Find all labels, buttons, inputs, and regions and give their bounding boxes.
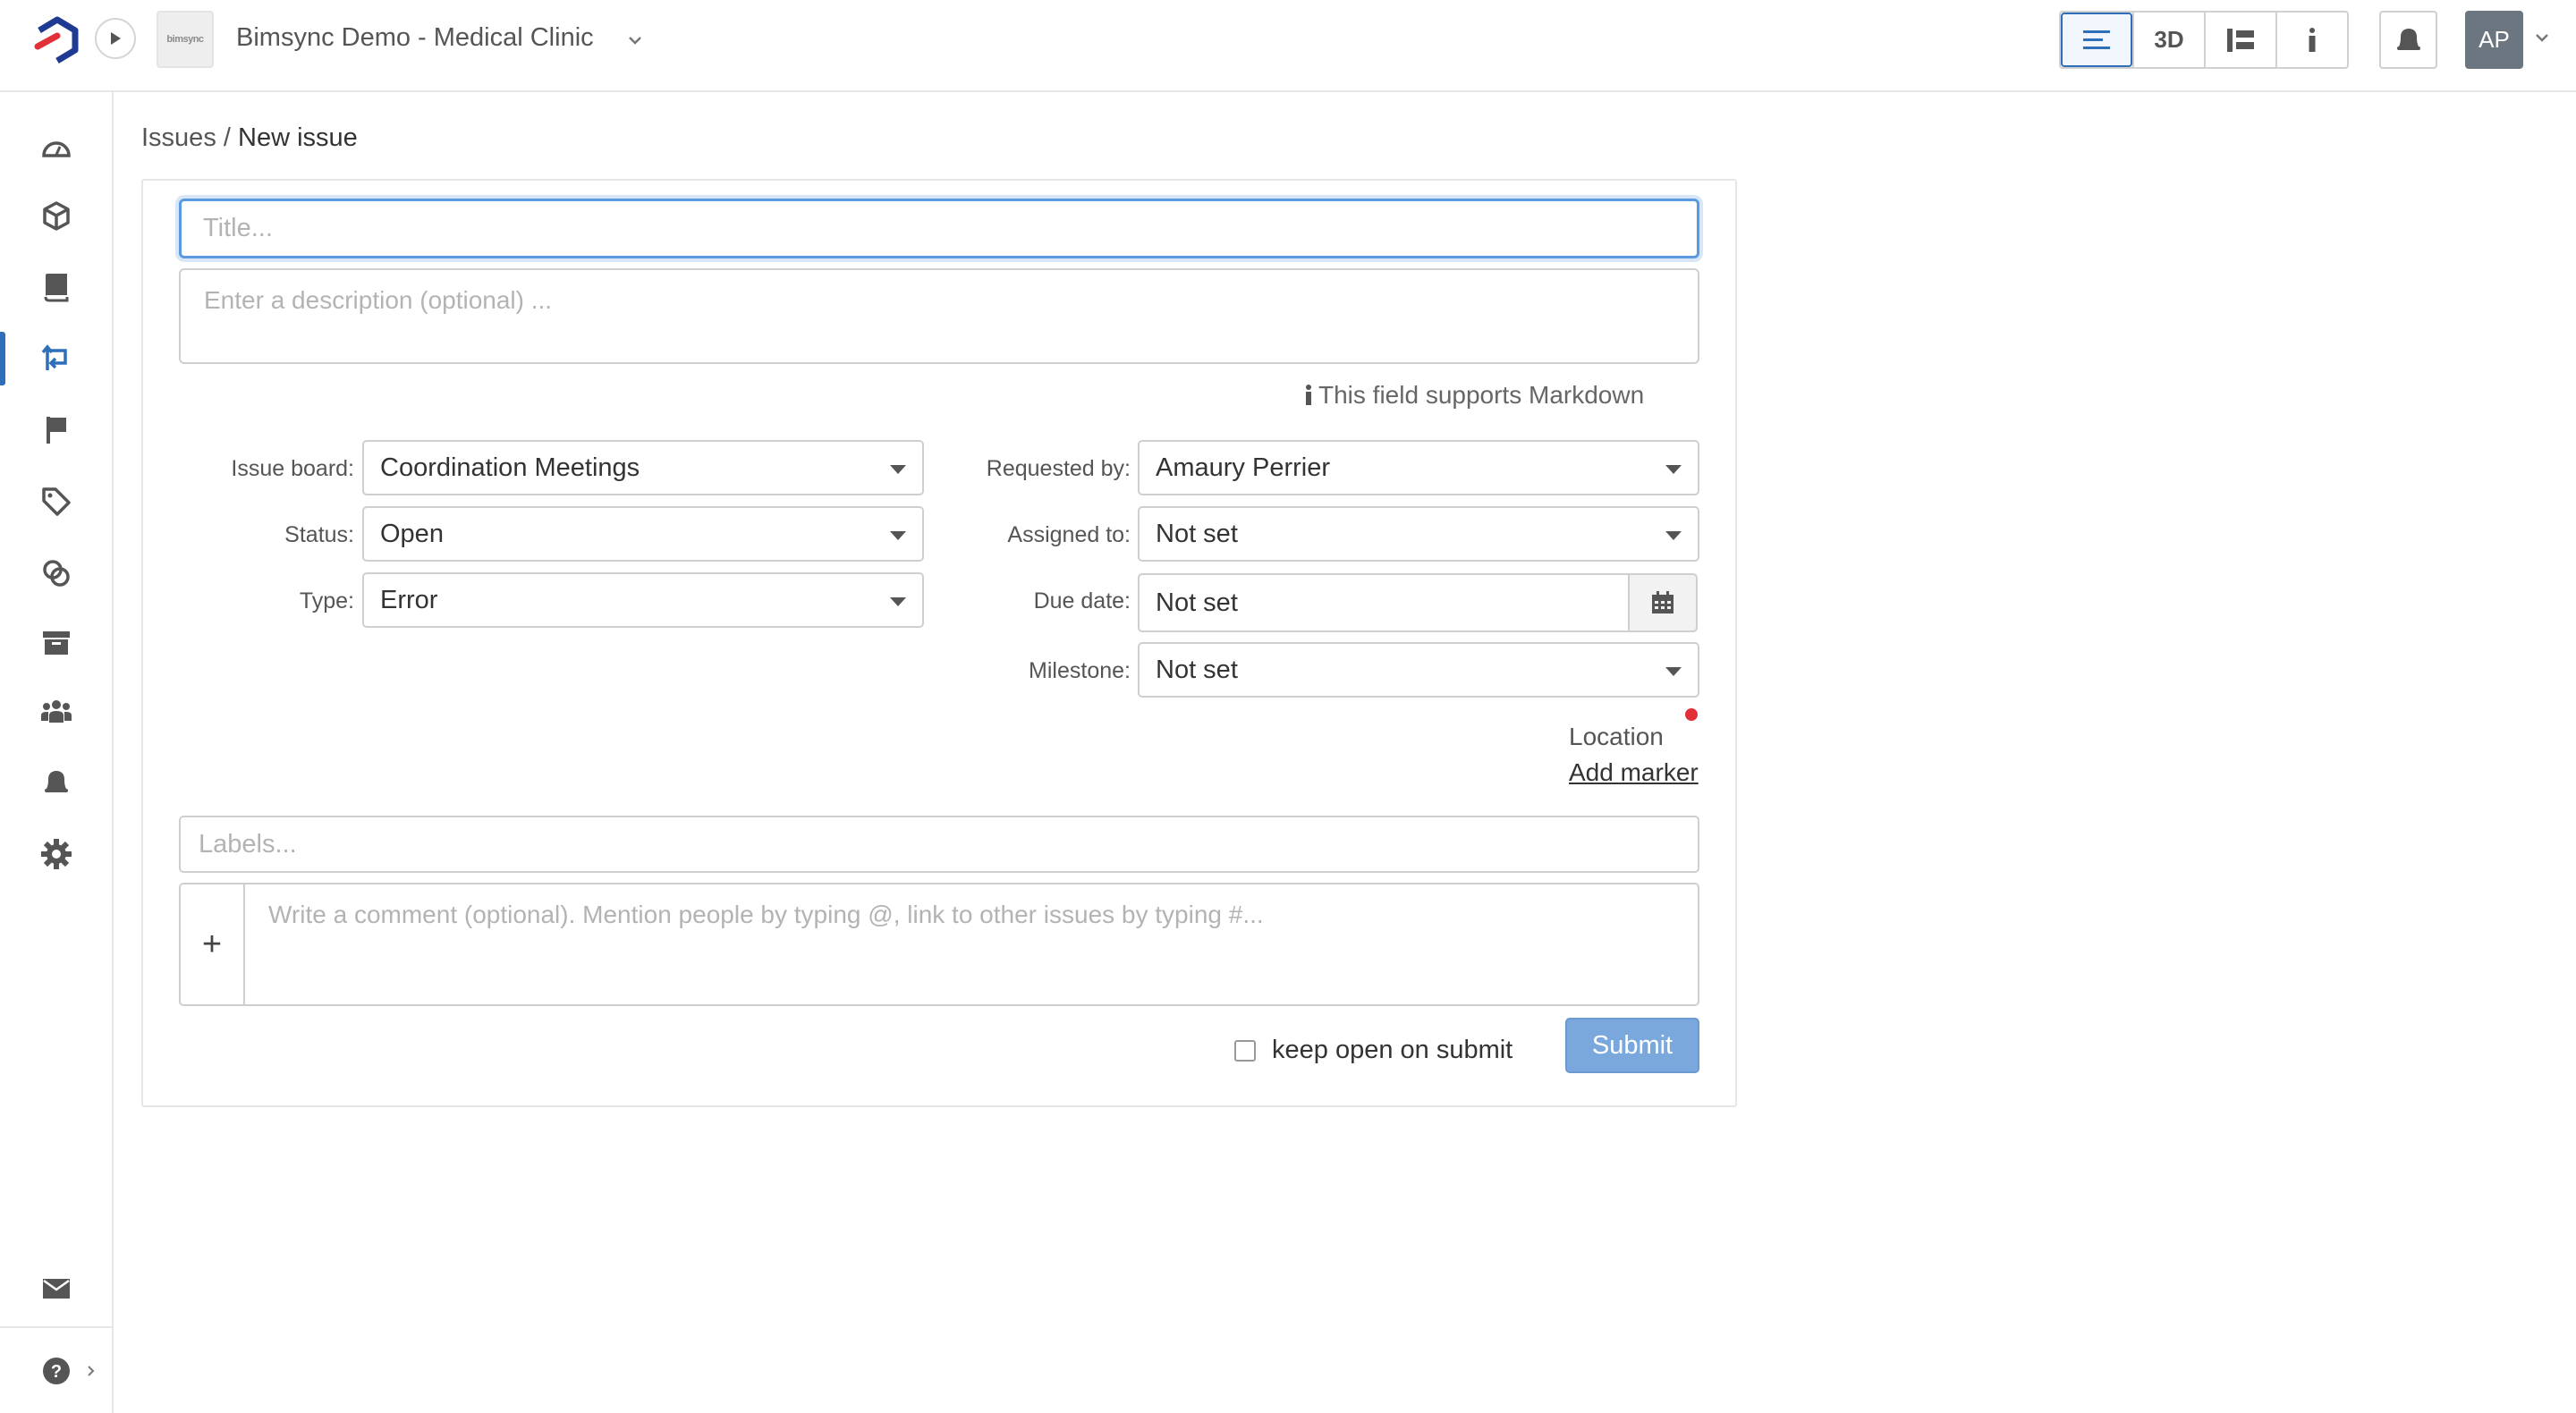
sidebar-item-help[interactable]: ? bbox=[0, 1337, 112, 1405]
project-thumbnail[interactable]: bimsync bbox=[157, 11, 214, 68]
info-icon bbox=[1306, 385, 1311, 405]
sidebar-item-links[interactable] bbox=[0, 539, 112, 607]
breadcrumb-separator: / bbox=[223, 123, 231, 152]
chevron-down-icon[interactable] bbox=[2531, 27, 2553, 48]
breadcrumb-issues-link[interactable]: Issues bbox=[141, 123, 216, 152]
users-icon bbox=[40, 700, 72, 723]
caret-down-icon bbox=[890, 465, 906, 474]
sidebar-item-dashboard[interactable] bbox=[0, 114, 112, 182]
caret-down-icon bbox=[890, 597, 906, 606]
issue-board-label: Issue board: bbox=[231, 456, 354, 481]
description-input[interactable] bbox=[179, 268, 1699, 364]
status-value: Open bbox=[380, 519, 444, 548]
comment-box: + bbox=[179, 883, 1699, 1006]
caret-down-icon bbox=[1665, 531, 1682, 540]
type-value: Error bbox=[380, 585, 438, 614]
sidebar-item-members[interactable] bbox=[0, 677, 112, 745]
3d-view-button[interactable]: 3D bbox=[2132, 13, 2204, 67]
requested-by-value: Amaury Perrier bbox=[1156, 453, 1330, 482]
archive-icon bbox=[42, 631, 70, 655]
play-icon bbox=[111, 32, 121, 45]
keep-open-label: keep open on submit bbox=[1272, 1036, 1513, 1064]
type-select[interactable]: Error bbox=[362, 572, 924, 628]
notifications-button[interactable] bbox=[2379, 11, 2437, 69]
help-icon: ? bbox=[42, 1358, 70, 1384]
expand-sidebar-button[interactable] bbox=[95, 18, 136, 59]
keep-open-option[interactable]: keep open on submit bbox=[1234, 1036, 1513, 1065]
status-label: Status: bbox=[284, 522, 354, 547]
project-name[interactable]: Bimsync Demo - Medical Clinic bbox=[236, 23, 594, 53]
location-status-dot bbox=[1685, 708, 1698, 721]
tree-view-button[interactable] bbox=[2204, 13, 2275, 67]
due-date-value: Not set bbox=[1156, 588, 1238, 617]
add-marker-link[interactable]: Add marker bbox=[1569, 758, 1699, 787]
type-label: Type: bbox=[299, 588, 354, 613]
sidebar-item-labels[interactable] bbox=[0, 468, 112, 536]
milestone-value: Not set bbox=[1156, 655, 1238, 684]
sidebar-item-models[interactable] bbox=[0, 182, 112, 250]
link-icon bbox=[42, 560, 70, 587]
keep-open-checkbox[interactable] bbox=[1234, 1039, 1256, 1062]
sidebar-item-inbox[interactable] bbox=[0, 1255, 112, 1323]
chevron-down-icon[interactable] bbox=[622, 27, 648, 54]
list-icon bbox=[2083, 30, 2110, 49]
caret-down-icon bbox=[1665, 667, 1682, 676]
assigned-to-select[interactable]: Not set bbox=[1138, 506, 1699, 562]
due-date-input[interactable]: Not set bbox=[1138, 573, 1628, 632]
sidebar-item-issues[interactable] bbox=[0, 325, 112, 393]
avatar[interactable]: AP bbox=[2465, 11, 2523, 69]
issue-board-value: Coordination Meetings bbox=[380, 453, 640, 482]
svg-text:?: ? bbox=[50, 1362, 61, 1382]
envelope-icon bbox=[42, 1279, 70, 1299]
info-icon bbox=[2309, 27, 2316, 52]
book-icon bbox=[44, 274, 68, 302]
location-label: Location bbox=[1569, 723, 1664, 750]
sidebar-item-settings[interactable] bbox=[0, 820, 112, 888]
due-date-label: Due date: bbox=[1033, 588, 1131, 613]
comment-input[interactable] bbox=[245, 884, 1698, 1004]
calendar-icon bbox=[1652, 591, 1674, 613]
due-date-picker-button[interactable] bbox=[1628, 573, 1698, 632]
top-bar: bimsync Bimsync Demo - Medical Clinic 3D bbox=[0, 0, 2576, 92]
bell-icon bbox=[2396, 28, 2420, 50]
tag-icon bbox=[41, 487, 71, 516]
add-attachment-button[interactable]: + bbox=[181, 884, 245, 1004]
bimsync-logo-icon[interactable] bbox=[32, 11, 82, 68]
submit-button[interactable]: Submit bbox=[1565, 1018, 1699, 1073]
milestone-label: Milestone: bbox=[1029, 658, 1131, 683]
assigned-to-value: Not set bbox=[1156, 519, 1238, 548]
caret-down-icon bbox=[890, 531, 906, 540]
issue-board-select[interactable]: Coordination Meetings bbox=[362, 440, 924, 495]
breadcrumb-current: New issue bbox=[238, 123, 358, 152]
status-select[interactable]: Open bbox=[362, 506, 924, 562]
chevron-right-icon[interactable] bbox=[86, 1364, 97, 1378]
view-switcher: 3D bbox=[2059, 11, 2349, 69]
breadcrumb: Issues / New issue bbox=[141, 123, 358, 153]
issues-icon bbox=[41, 344, 67, 370]
cube-icon bbox=[42, 201, 70, 231]
sidebar-item-milestones[interactable] bbox=[0, 396, 112, 464]
milestone-select[interactable]: Not set bbox=[1138, 642, 1699, 698]
info-view-button[interactable] bbox=[2275, 13, 2347, 67]
sidebar-item-archive[interactable] bbox=[0, 609, 112, 677]
dashboard-icon bbox=[41, 141, 71, 157]
title-input[interactable] bbox=[179, 199, 1699, 258]
markdown-note-text: This field supports Markdown bbox=[1318, 381, 1645, 409]
flag-icon bbox=[46, 417, 66, 444]
requested-by-select[interactable]: Amaury Perrier bbox=[1138, 440, 1699, 495]
tree-icon bbox=[2227, 28, 2254, 52]
sidebar-divider bbox=[0, 1326, 112, 1328]
requested-by-label: Requested by: bbox=[986, 456, 1131, 481]
sidebar-item-notifications[interactable] bbox=[0, 749, 112, 816]
bell-icon bbox=[44, 771, 68, 792]
sidebar: ? bbox=[0, 92, 114, 1413]
assigned-to-label: Assigned to: bbox=[1007, 522, 1131, 547]
markdown-note: This field supports Markdown bbox=[1304, 381, 1644, 410]
sidebar-item-libraries[interactable] bbox=[0, 253, 112, 321]
list-view-button[interactable] bbox=[2061, 13, 2132, 67]
labels-input[interactable] bbox=[179, 816, 1699, 873]
caret-down-icon bbox=[1665, 465, 1682, 474]
gear-icon bbox=[40, 839, 72, 869]
